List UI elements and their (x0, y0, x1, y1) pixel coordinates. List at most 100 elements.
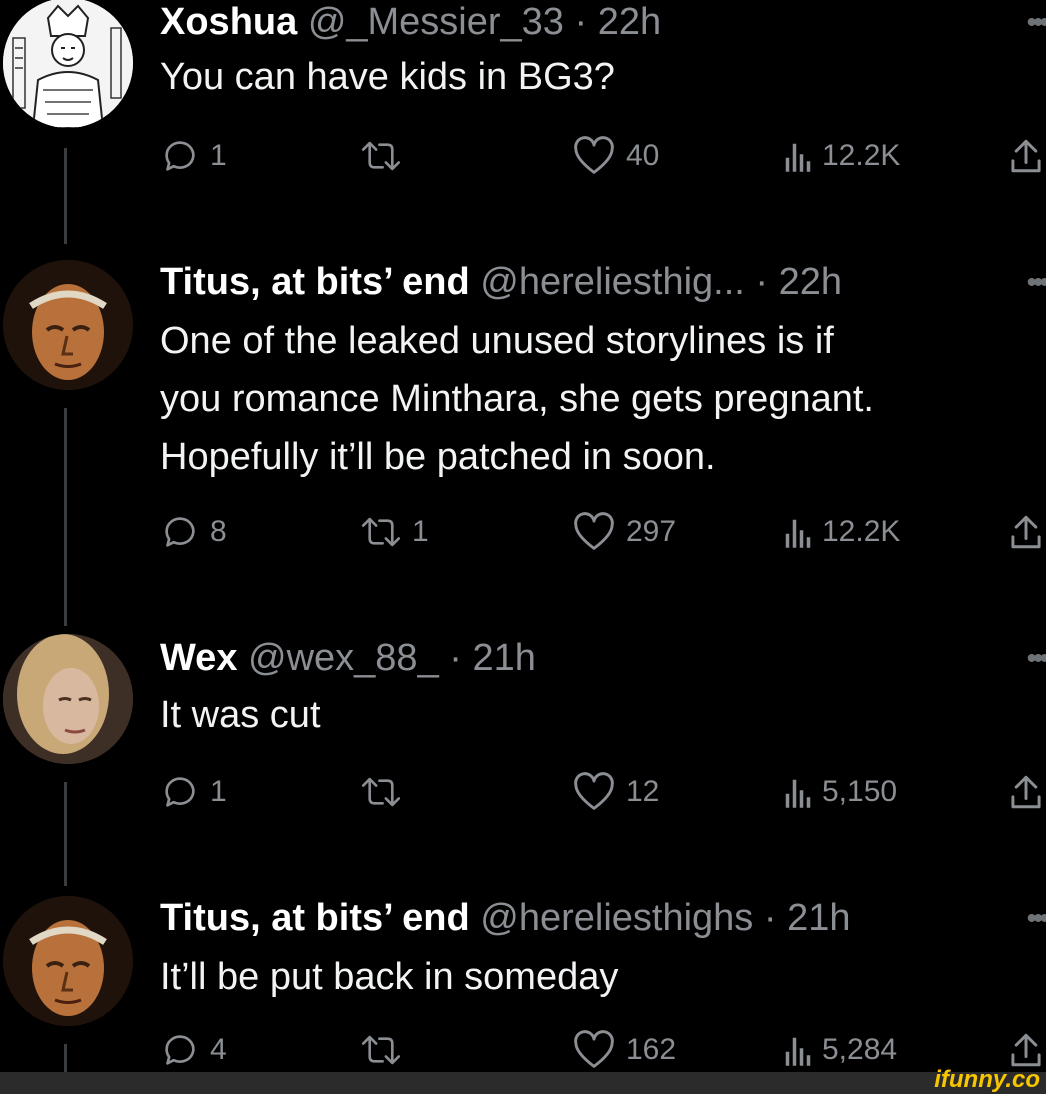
view-count: 5,150 (822, 775, 898, 808)
avatar[interactable] (3, 634, 133, 764)
tweet-text-line: It’ll be put back in someday (160, 956, 619, 998)
king-chess-piece-icon (3, 0, 133, 128)
reply-count: 1 (210, 775, 227, 808)
share-icon (1011, 775, 1041, 809)
display-name[interactable]: Xoshua (160, 1, 297, 43)
separator: · (574, 1, 588, 43)
tweet-header: Xoshua @_Messier_33 · 22h (160, 0, 661, 44)
reply-button[interactable]: 8 (160, 512, 227, 552)
tweet-header: Titus, at bits’ end @hereliesthig... · 2… (160, 260, 842, 304)
tweet-text-line: You can have kids in BG3? (160, 56, 615, 98)
display-name[interactable]: Titus, at bits’ end (160, 897, 470, 939)
tweet-text: You can have kids in BG3? (160, 48, 615, 106)
reply-button[interactable]: 1 (160, 772, 227, 812)
view-count: 12.2K (822, 139, 901, 172)
separator: · (763, 897, 777, 939)
like-button[interactable]: 40 (572, 136, 659, 176)
laurel-portrait-icon (3, 896, 133, 1026)
action-bar: 8 1 297 12.2K (160, 512, 1046, 558)
views-icon (785, 519, 811, 548)
tweet-header: Wex @wex_88_ · 21h (160, 636, 536, 680)
share-button[interactable] (1008, 772, 1044, 812)
tweet-text: One of the leaked unused storylines is i… (160, 312, 874, 486)
repost-button[interactable] (360, 772, 412, 812)
repost-icon (361, 517, 401, 547)
reply-icon (165, 141, 195, 171)
watermark-logo: ifunny.co (934, 1066, 1040, 1093)
heart-icon (574, 1030, 614, 1068)
views-button[interactable]: 12.2K (784, 136, 900, 176)
timestamp[interactable]: 22h (779, 261, 842, 303)
reply-count: 8 (210, 515, 227, 548)
avatar[interactable] (3, 0, 133, 128)
tweet-text: It was cut (160, 686, 321, 744)
action-bar: 1 40 12.2K (160, 136, 1046, 182)
views-icon (785, 1037, 811, 1066)
views-icon (785, 779, 811, 808)
repost-count: 1 (412, 515, 429, 548)
repost-button[interactable] (360, 1030, 412, 1070)
repost-button[interactable] (360, 136, 412, 176)
share-button[interactable] (1008, 136, 1044, 176)
separator: · (755, 261, 769, 303)
avatar[interactable] (3, 896, 133, 1026)
handle[interactable]: @_Messier_33 (308, 1, 564, 43)
handle[interactable]: @hereliesthighs (480, 897, 753, 939)
more-options-icon[interactable]: ••• (1026, 904, 1046, 934)
action-bar: 4 162 5,284 (160, 1030, 1046, 1076)
avatar[interactable] (3, 260, 133, 390)
display-name[interactable]: Titus, at bits’ end (160, 261, 470, 303)
share-button[interactable] (1008, 1030, 1044, 1070)
share-icon (1011, 1033, 1041, 1067)
repost-icon (361, 1035, 401, 1065)
like-button[interactable]: 12 (572, 772, 659, 812)
repost-icon (361, 777, 401, 807)
reply-button[interactable]: 4 (160, 1030, 227, 1070)
like-count: 12 (626, 775, 660, 808)
tweet-text-line: Hopefully it’ll be patched in soon. (160, 436, 716, 478)
heart-icon (574, 772, 614, 810)
reply-count: 4 (210, 1033, 227, 1066)
view-count: 12.2K (822, 515, 901, 548)
timestamp[interactable]: 22h (598, 1, 661, 43)
tweet-text-line: you romance Minthara, she gets pregnant. (160, 378, 874, 420)
like-count: 297 (626, 515, 677, 548)
more-options-icon[interactable]: ••• (1026, 644, 1046, 674)
tweet-header: Titus, at bits’ end @hereliesthighs · 21… (160, 896, 851, 940)
display-name[interactable]: Wex (160, 637, 237, 679)
views-button[interactable]: 12.2K (784, 512, 900, 552)
heart-icon (574, 136, 614, 174)
tweet[interactable]: Titus, at bits’ end @hereliesthig... · 2… (0, 260, 1046, 620)
views-button[interactable]: 5,150 (784, 772, 897, 812)
share-button[interactable] (1008, 512, 1044, 552)
reply-icon (165, 517, 195, 547)
reply-count: 1 (210, 139, 227, 172)
more-options-icon[interactable]: ••• (1026, 268, 1046, 298)
like-count: 40 (626, 139, 660, 172)
view-count: 5,284 (822, 1033, 898, 1066)
share-icon (1011, 139, 1041, 173)
reply-icon (165, 777, 195, 807)
tweet-text-line: One of the leaked unused storylines is i… (160, 320, 834, 362)
handle[interactable]: @hereliesthig... (480, 261, 745, 303)
timestamp[interactable]: 21h (472, 637, 535, 679)
tweet-text-line: It was cut (160, 694, 321, 736)
like-button[interactable]: 162 (572, 1030, 676, 1070)
blonde-woman-portrait-icon (3, 634, 133, 764)
heart-icon (574, 512, 614, 550)
reply-icon (165, 1035, 195, 1065)
tweet[interactable]: Xoshua @_Messier_33 · 22h ••• You can ha… (0, 0, 1046, 220)
timestamp[interactable]: 21h (787, 897, 850, 939)
handle[interactable]: @wex_88_ (248, 637, 439, 679)
more-options-icon[interactable]: ••• (1026, 8, 1046, 38)
tweet[interactable]: Wex @wex_88_ · 21h ••• It was cut (0, 634, 1046, 866)
laurel-portrait-icon (3, 260, 133, 390)
reply-button[interactable]: 1 (160, 136, 227, 176)
views-icon (785, 143, 811, 172)
views-button[interactable]: 5,284 (784, 1030, 897, 1070)
share-icon (1011, 515, 1041, 549)
like-button[interactable]: 297 (572, 512, 676, 552)
action-bar: 1 12 5,150 (160, 772, 1046, 818)
watermark-bar (0, 1072, 1046, 1094)
repost-button[interactable]: 1 (360, 512, 429, 552)
